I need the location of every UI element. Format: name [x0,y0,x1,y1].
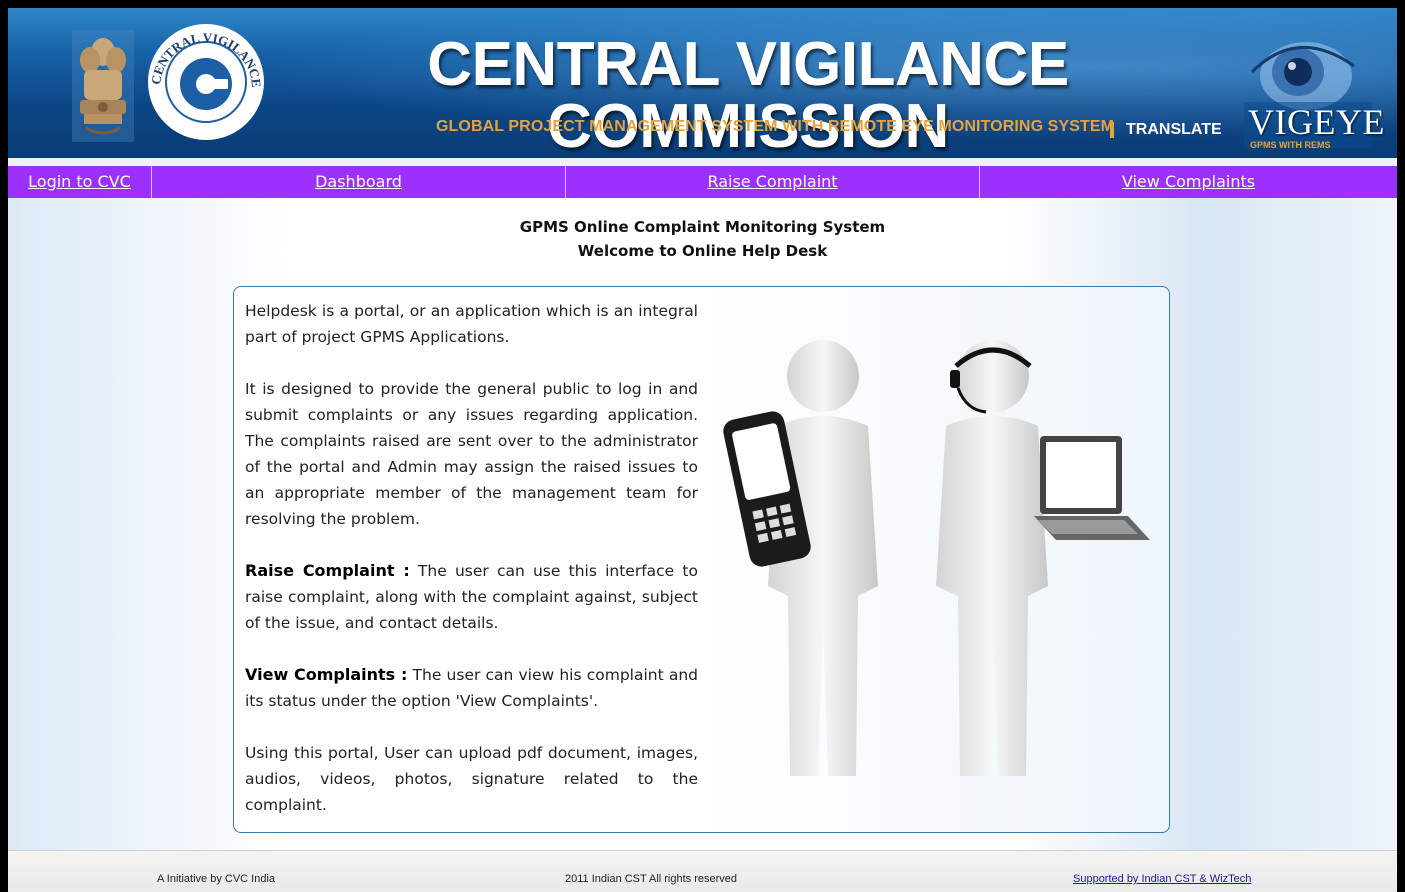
helpdesk-figures-illustration [723,340,1150,776]
raise-complaint-heading: Raise Complaint : [245,561,410,580]
view-complaints-heading: View Complaints : [245,665,408,684]
footer-supported-by-link[interactable]: Supported by Indian CST & WizTech [1073,873,1251,885]
purpose-paragraph: It is designed to provide the general pu… [245,380,698,528]
raise-complaint-paragraph: Raise Complaint : The user can use this … [245,558,698,636]
nav-raise-complaint[interactable]: Raise Complaint [566,166,980,198]
vigeye-tagline: GPMS WITH REMS [1250,140,1331,150]
page-title: GPMS Online Complaint Monitoring System [519,218,886,236]
nav-view-complaints[interactable]: View Complaints [980,166,1397,198]
vigeye-title: VIGEYE [1248,102,1385,142]
footer-initiative-text: A Initiative by CVC India [157,873,276,885]
nav-login-to-cvc[interactable]: Login to CVC [8,166,152,198]
upload-paragraph: Using this portal, User can upload pdf d… [245,744,698,814]
footer-copyright: 2011 Indian CST All rights reserved [565,873,738,885]
cvc-logo-icon: CENTRAL VIGILANCE COMMISSION [146,22,264,140]
page-subtitle: Welcome to Online Help Desk [577,242,828,260]
national-emblem-icon [72,30,134,142]
intro-paragraph: Helpdesk is a portal, or an application … [245,302,698,346]
site-header: CENTRAL VIGILANCE COMMISSION CENTRAL VIG… [8,8,1397,158]
nav-dashboard[interactable]: Dashboard [152,166,566,198]
site-subtitle: GLOBAL PROJECT MANAGEMENT SYSTEM WITH RE… [436,118,1115,135]
main-nav: Login to CVC Dashboard Raise Complaint V… [8,166,1397,198]
helpdesk-description: Helpdesk is a portal, or an application … [245,298,698,844]
site-title: CENTRAL VIGILANCE COMMISSION [427,30,1069,158]
translate-link[interactable]: TRANSLATE [1110,122,1222,138]
view-complaints-paragraph: View Complaints : The user can view his … [245,662,698,714]
site-footer: A Initiative by CVC India 2011 Indian CS… [8,850,1397,892]
page-frame: CENTRAL VIGILANCE COMMISSION CENTRAL VIG… [8,8,1397,892]
